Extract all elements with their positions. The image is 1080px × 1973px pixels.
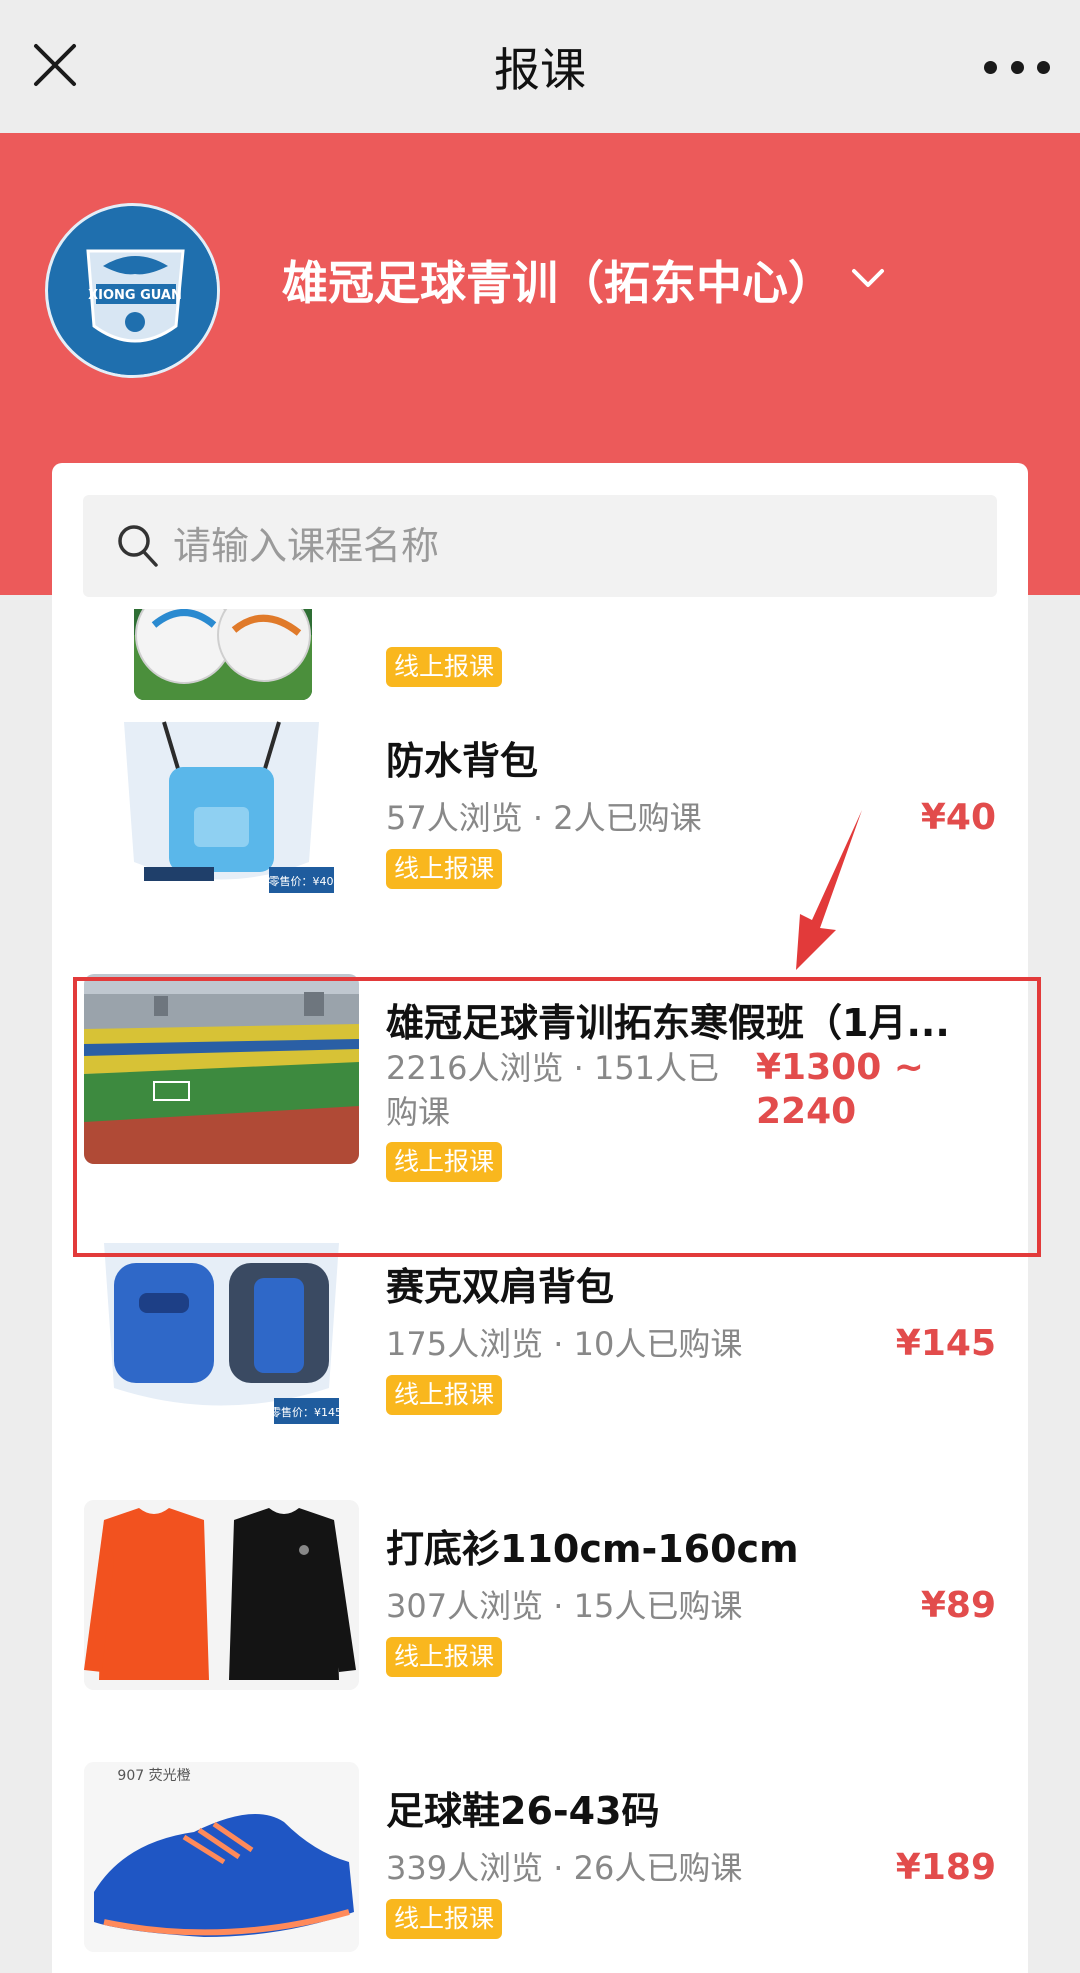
- pointer-arrow-icon: [796, 810, 862, 970]
- stadium-image: [84, 974, 359, 1164]
- online-signup-tag: 线上报课: [386, 1375, 503, 1415]
- online-signup-tag: 线上报课: [386, 647, 503, 687]
- course-stats: 339人浏览 · 26人已购课: [386, 1849, 743, 1887]
- list-item[interactable]: 零售价：¥145 赛克双肩背包 175人浏览 · 10人已购课 ¥145 线上报…: [52, 1222, 1028, 1442]
- online-signup-tag: 线上报课: [386, 849, 503, 889]
- search-bar[interactable]: [83, 495, 997, 597]
- chevron-down-icon[interactable]: [850, 265, 886, 293]
- list-item[interactable]: 打底衫110cm-160cm 307人浏览 · 15人已购课 ¥89 线上报课: [52, 1484, 1028, 1704]
- backpack-image: 零售价：¥40: [84, 712, 359, 902]
- course-title: 打底衫110cm-160cm: [386, 1527, 799, 1571]
- double-shoulder-backpack-image: 零售价：¥145: [84, 1238, 359, 1428]
- course-thumbnail: 907 荧光橙: [84, 1762, 359, 1952]
- course-thumbnail: 零售价：¥40: [84, 712, 359, 902]
- org-logo: XIONG GUAN: [45, 203, 220, 378]
- course-price: ¥189: [895, 1847, 996, 1888]
- course-title: 足球鞋26-43码: [386, 1789, 660, 1833]
- course-price: ¥1300 ~ 2240: [756, 1047, 924, 1132]
- search-input[interactable]: [173, 513, 973, 579]
- course-stats: 57人浏览 · 2人已购课: [386, 799, 702, 837]
- nav-bar: 报课: [0, 0, 1080, 133]
- course-thumbnail: [84, 974, 359, 1164]
- course-card: 线上报课 零售价：¥40 防水背包 57人浏览 · 2人已购课 ¥40 线上报课: [52, 463, 1028, 1973]
- online-signup-tag: 线上报课: [386, 1142, 503, 1182]
- more-dot: [984, 60, 997, 74]
- thumb-caption: 907 荧光橙: [117, 1767, 190, 1784]
- list-item[interactable]: 零售价：¥40 防水背包 57人浏览 · 2人已购课 ¥40 线上报课: [52, 696, 1028, 916]
- course-title: 雄冠足球青训拓东寒假班（1月...: [386, 1001, 950, 1045]
- thumb-caption: 零售价：¥40: [269, 874, 334, 888]
- course-thumbnail: [84, 1500, 359, 1690]
- course-price: ¥145: [895, 1323, 996, 1364]
- list-item[interactable]: 雄冠足球青训拓东寒假班（1月... 2216人浏览 · 151人已购课 ¥130…: [52, 958, 1028, 1182]
- more-icon[interactable]: [984, 52, 1050, 82]
- course-stats: 175人浏览 · 10人已购课: [386, 1325, 743, 1363]
- football-boot-image: 907 荧光橙: [84, 1762, 359, 1952]
- course-stats: 307人浏览 · 15人已购课: [386, 1587, 743, 1625]
- course-list[interactable]: 线上报课 零售价：¥40 防水背包 57人浏览 · 2人已购课 ¥40 线上报课: [52, 609, 1028, 1973]
- course-thumbnail: 零售价：¥145: [84, 1238, 359, 1428]
- football-image: [134, 609, 312, 700]
- course-stats: 2216人浏览 · 151人已购课: [386, 1049, 720, 1131]
- course-price: ¥40: [920, 797, 996, 838]
- course-price: ¥89: [920, 1585, 996, 1626]
- base-layer-shirt-image: [84, 1500, 359, 1690]
- page-title: 报课: [494, 43, 586, 97]
- more-dot: [1010, 60, 1024, 74]
- org-name-selector[interactable]: 雄冠足球青训（拓东中心）: [282, 253, 834, 313]
- list-item[interactable]: 907 荧光橙 足球鞋26-43码 339人浏览 · 26人已购课 ¥189 线…: [52, 1746, 1028, 1966]
- thumb-caption: 零售价：¥145: [270, 1405, 342, 1419]
- online-signup-tag: 线上报课: [386, 1899, 503, 1939]
- logo-emblem-icon: XIONG GUAN: [49, 207, 217, 375]
- list-item[interactable]: 线上报课: [52, 609, 1028, 700]
- search-icon: [118, 525, 158, 567]
- course-title: 防水背包: [386, 739, 539, 783]
- online-signup-tag: 线上报课: [386, 1637, 503, 1677]
- more-dot: [1037, 60, 1050, 74]
- logo-text: XIONG GUAN: [88, 288, 182, 303]
- course-thumbnail: [134, 609, 312, 700]
- course-title: 赛克双肩背包: [386, 1265, 615, 1309]
